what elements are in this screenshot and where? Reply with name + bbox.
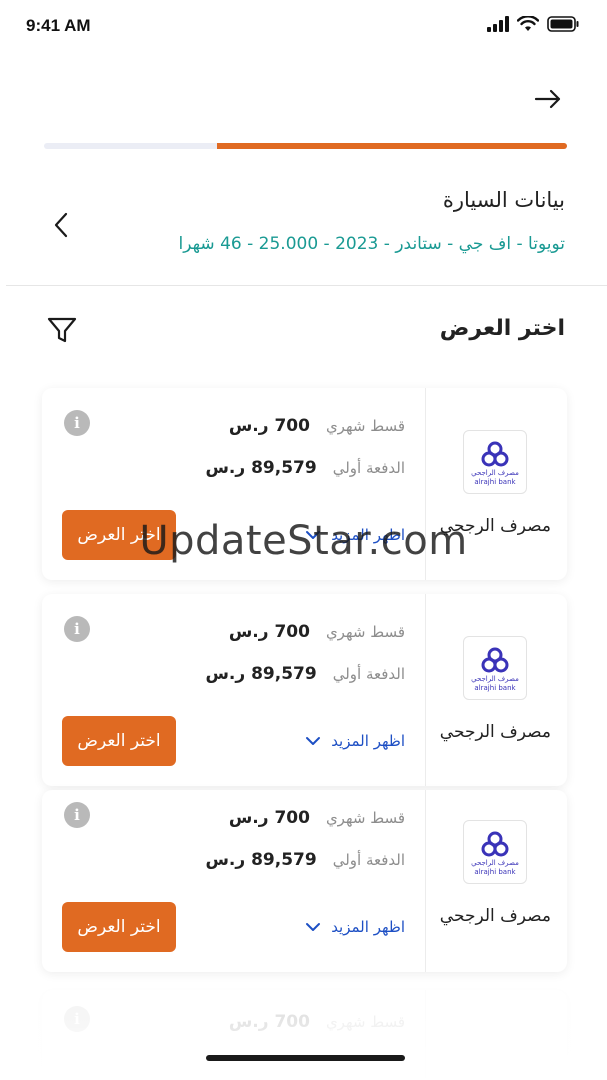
home-indicator[interactable] — [206, 1055, 405, 1061]
down-payment-value: 89,579 ر.س — [205, 664, 317, 684]
back-button[interactable] — [531, 82, 565, 116]
offer-card: مصرف الراجحي alrajhi bank مصرف الرجحي i … — [42, 790, 567, 972]
down-payment-label: الدفعة أولي — [332, 851, 405, 869]
alrajhi-logo-icon: مصرف الراجحي alrajhi bank — [471, 647, 519, 692]
show-more-label: اظهر المزيد — [331, 526, 405, 544]
monthly-installment-value: 700 ر.س — [228, 622, 310, 642]
monthly-installment-value: 700 ر.س — [228, 808, 310, 828]
info-icon[interactable]: i — [64, 802, 90, 828]
down-payment-row: الدفعة أولي 89,579 ر.س — [205, 850, 405, 870]
section-divider — [6, 285, 607, 286]
offers-title: اختر العرض — [439, 316, 565, 341]
monthly-installment-label: قسط شهري — [325, 417, 405, 435]
bank-name: مصرف الرجحي — [439, 722, 551, 742]
offer-card: مصرف الراجحي alrajhi bank مصرف الرجحي i … — [42, 594, 567, 786]
car-data-title: بيانات السيارة — [442, 188, 565, 212]
offer-card: مصرف الراجحي alrajhi bank مصرف الرجحي i … — [42, 388, 567, 580]
status-time: 9:41 AM — [26, 16, 91, 35]
info-icon[interactable]: i — [64, 616, 90, 642]
info-icon[interactable]: i — [64, 410, 90, 436]
select-offer-button[interactable]: اختر العرض — [62, 510, 176, 560]
monthly-installment-row: قسط شهري 700 ر.س — [229, 622, 405, 642]
bank-column — [425, 990, 567, 1078]
offer-card-partial: i قسط شهري 700 ر.س — [42, 990, 567, 1078]
down-payment-row: الدفعة أولي 89,579 ر.س — [205, 458, 405, 478]
down-payment-value: 89,579 ر.س — [205, 850, 317, 870]
down-payment-row: الدفعة أولي 89,579 ر.س — [205, 664, 405, 684]
arrow-right-icon — [534, 89, 561, 109]
step-progress-bar — [44, 143, 567, 149]
monthly-installment-row: قسط شهري 700 ر.س — [229, 1012, 405, 1032]
down-payment-value: 89,579 ر.س — [205, 458, 317, 478]
logo-text-ar: مصرف الراجحي — [471, 469, 519, 477]
down-payment-label: الدفعة أولي — [332, 459, 405, 477]
show-more-label: اظهر المزيد — [331, 918, 405, 936]
filter-icon[interactable] — [46, 314, 78, 346]
monthly-installment-label: قسط شهري — [325, 623, 405, 641]
select-offer-button[interactable]: اختر العرض — [62, 716, 176, 766]
chevron-down-icon — [306, 531, 321, 539]
signal-icon — [487, 16, 509, 32]
chevron-down-icon — [306, 737, 321, 745]
logo-text-en: alrajhi bank — [474, 684, 516, 692]
car-data-section[interactable]: بيانات السيارة تويوتا - اف جي - ستاندر -… — [0, 170, 607, 286]
step-progress-fill — [216, 143, 567, 149]
down-payment-label: الدفعة أولي — [332, 665, 405, 683]
bank-logo: مصرف الراجحي alrajhi bank — [463, 430, 527, 494]
wifi-icon — [517, 16, 539, 31]
monthly-installment-value: 700 ر.س — [228, 416, 310, 436]
alrajhi-logo-icon: مصرف الراجحي alrajhi bank — [471, 831, 519, 876]
show-more-link[interactable]: اظهر المزيد — [305, 918, 405, 936]
bank-name: مصرف الرجحي — [439, 516, 551, 536]
bank-logo: مصرف الراجحي alrajhi bank — [463, 636, 527, 700]
bank-column: مصرف الراجحي alrajhi bank مصرف الرجحي — [425, 790, 567, 972]
monthly-installment-label: قسط شهري — [325, 809, 405, 827]
logo-text-ar: مصرف الراجحي — [471, 859, 519, 867]
bank-logo: مصرف الراجحي alrajhi bank — [463, 820, 527, 884]
select-offer-button[interactable]: اختر العرض — [62, 902, 176, 952]
show-more-link[interactable]: اظهر المزيد — [305, 526, 405, 544]
monthly-installment-value: 700 ر.س — [228, 1012, 310, 1032]
status-icons — [487, 16, 579, 32]
info-icon[interactable]: i — [64, 1006, 90, 1032]
status-bar: 9:41 AM — [0, 0, 607, 52]
car-data-details: تويوتا - اف جي - ستاندر - 2023 - 25.000 … — [178, 234, 565, 254]
show-more-link[interactable]: اظهر المزيد — [305, 732, 405, 750]
logo-text-ar: مصرف الراجحي — [471, 675, 519, 683]
alrajhi-logo-icon: مصرف الراجحي alrajhi bank — [471, 441, 519, 486]
monthly-installment-label: قسط شهري — [325, 1013, 405, 1031]
monthly-installment-row: قسط شهري 700 ر.س — [229, 416, 405, 436]
bank-column: مصرف الراجحي alrajhi bank مصرف الرجحي — [425, 388, 567, 580]
logo-text-en: alrajhi bank — [474, 868, 516, 876]
monthly-installment-row: قسط شهري 700 ر.س — [229, 808, 405, 828]
battery-icon — [547, 16, 579, 32]
logo-text-en: alrajhi bank — [474, 478, 516, 486]
show-more-label: اظهر المزيد — [331, 732, 405, 750]
bank-name: مصرف الرجحي — [439, 906, 551, 926]
chevron-down-icon — [306, 923, 321, 931]
chevron-left-icon[interactable] — [50, 210, 72, 240]
bank-column: مصرف الراجحي alrajhi bank مصرف الرجحي — [425, 594, 567, 786]
